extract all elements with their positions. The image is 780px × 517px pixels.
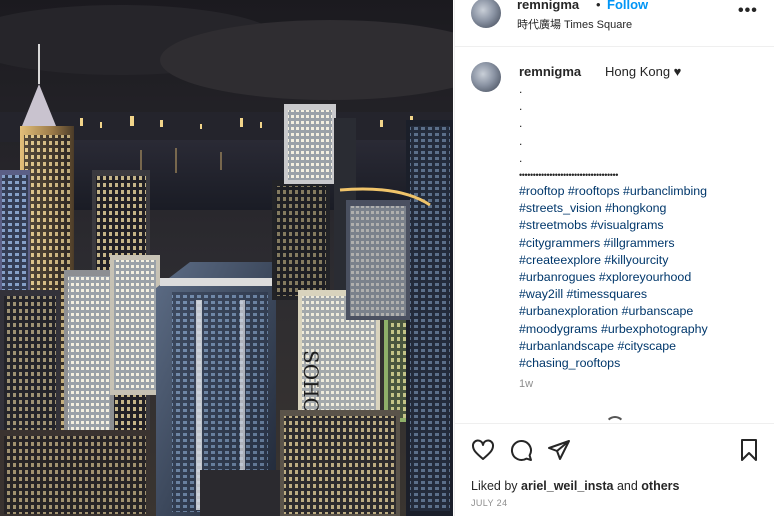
follow-button[interactable]: Follow: [607, 0, 648, 12]
liked-by-user-link[interactable]: ariel_weil_insta: [521, 479, 613, 493]
bookmark-icon: [741, 439, 757, 461]
comment-icon: [510, 439, 532, 461]
post-photo[interactable]: SOHO: [0, 0, 453, 516]
caption-dots: . . . . . ••••••••••••••••••••••••••••••…: [519, 81, 769, 184]
likes-prefix: Liked by: [471, 479, 518, 493]
header-username[interactable]: remnigma: [517, 0, 579, 12]
hashtag-line[interactable]: #urbanrogues #xploreyourhood: [519, 269, 769, 286]
caption-dot-line: .: [519, 99, 523, 114]
hashtag-line[interactable]: #citygrammers #illgrammers: [519, 235, 769, 252]
caption-dot-line: .: [519, 133, 523, 148]
hashtag-line[interactable]: #streetmobs #visualgrams: [519, 217, 769, 234]
location-link[interactable]: 時代廣場 Times Square: [517, 16, 632, 32]
hashtag-line[interactable]: #urbanexploration #urbanscape: [519, 303, 769, 320]
heart-icon: [472, 439, 494, 460]
comment-button[interactable]: [509, 438, 533, 462]
hashtag-line[interactable]: #moodygrams #urbexphotography: [519, 321, 769, 338]
cityscape-night-photo: SOHO: [0, 0, 453, 516]
hashtag-list: #rooftop #rooftops #urbanclimbing #stree…: [519, 183, 769, 372]
caption-dot-line: .: [519, 82, 523, 96]
share-icon: [548, 440, 570, 460]
page-edge: [774, 0, 780, 516]
caption-timestamp[interactable]: 1w: [519, 378, 533, 390]
post-details-panel: remnigma • Follow 時代廣場 Times Square ••• …: [454, 0, 775, 517]
caption-username[interactable]: remnigma: [519, 64, 581, 79]
caption-divider: ••••••••••••••••••••••••••••••••••••: [519, 170, 619, 181]
post-header: remnigma • Follow 時代廣場 Times Square •••: [455, 0, 775, 47]
hashtag-line[interactable]: #streets_vision #hongkong: [519, 200, 769, 217]
svg-text:SOHO: SOHO: [299, 350, 323, 414]
hashtag-line[interactable]: #chasing_rooftops: [519, 355, 769, 372]
action-bar: Liked by ariel_weil_insta and others JUL…: [455, 423, 775, 517]
avatar[interactable]: [471, 0, 501, 28]
hashtag-line[interactable]: #createexplore #killyourcity: [519, 252, 769, 269]
likes-others-link[interactable]: others: [641, 479, 679, 493]
post-date[interactable]: JULY 24: [471, 498, 508, 508]
hashtag-line[interactable]: #way2ill #timessquares: [519, 286, 769, 303]
caption-dot-line: .: [519, 150, 523, 165]
caption-text: Hong Kong ♥: [605, 64, 682, 79]
share-button[interactable]: [547, 438, 571, 462]
likes-summary: Liked by ariel_weil_insta and others: [471, 479, 680, 493]
like-button[interactable]: [471, 438, 495, 462]
header-separator: •: [596, 0, 601, 12]
more-options-button[interactable]: •••: [738, 2, 758, 20]
caption-dot-line: .: [519, 116, 523, 131]
hashtag-line[interactable]: #rooftop #rooftops #urbanclimbing: [519, 183, 769, 200]
more-horizontal-icon: •••: [738, 2, 758, 19]
likes-joiner: and: [616, 479, 638, 493]
caption-avatar[interactable]: [471, 62, 501, 92]
hashtag-line[interactable]: #urbanlandscape #cityscape: [519, 338, 769, 355]
save-button[interactable]: [737, 438, 761, 462]
